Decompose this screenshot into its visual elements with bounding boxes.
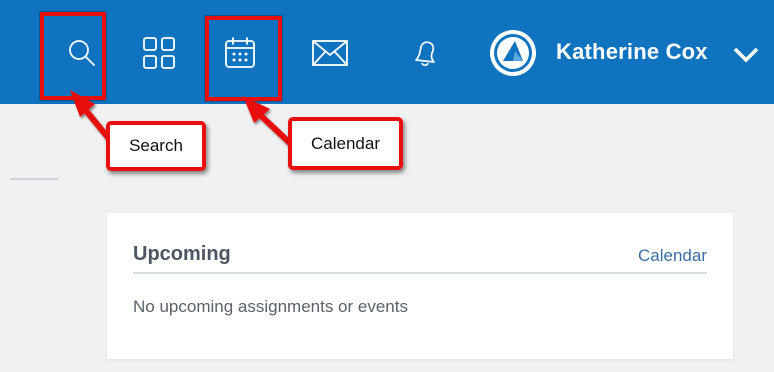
upcoming-card: Upcoming Calendar No upcoming assignment… <box>107 213 733 359</box>
divider <box>10 178 58 180</box>
empty-state-text: No upcoming assignments or events <box>133 297 408 316</box>
top-navigation-bar: Katherine Cox <box>0 0 774 104</box>
calendar-callout: Calendar <box>288 117 403 170</box>
bell-icon[interactable] <box>403 31 447 75</box>
upcoming-title: Upcoming <box>133 243 231 265</box>
avatar[interactable] <box>490 30 536 76</box>
apps-grid-icon[interactable] <box>137 31 181 75</box>
envelope-icon[interactable] <box>308 31 352 75</box>
search-callout: Search <box>106 121 206 171</box>
calendar-highlight-box <box>205 16 282 101</box>
calendar-link[interactable]: Calendar <box>638 246 707 266</box>
user-name[interactable]: Katherine Cox <box>556 39 708 65</box>
chevron-down-icon[interactable] <box>726 35 766 75</box>
search-highlight-box <box>40 12 106 100</box>
card-divider <box>133 272 707 274</box>
